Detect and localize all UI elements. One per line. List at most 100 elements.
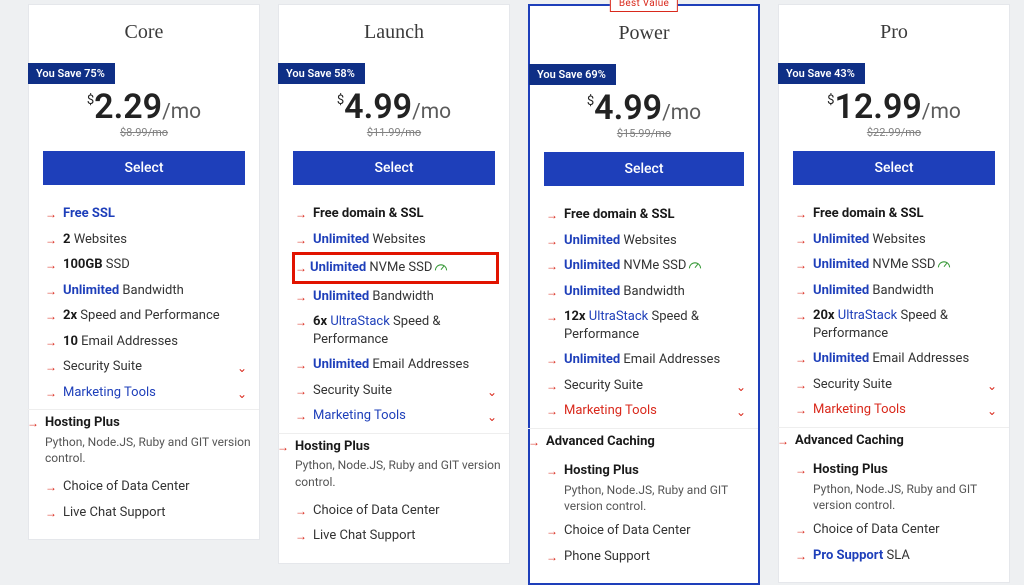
arrow-icon: → — [795, 462, 807, 478]
feature-item: →Choice of Data Center — [45, 474, 251, 500]
arrow-icon: → — [795, 351, 807, 367]
feature-item[interactable]: →Security Suite⌄ — [546, 373, 750, 399]
feature-item: →Unlimited NVMe SSD — [795, 252, 1001, 278]
arrow-icon: → — [45, 308, 57, 324]
feature-text: Unlimited NVMe SSD — [564, 258, 686, 273]
feature-item: → Free domain & SSL — [546, 202, 750, 228]
feature-text: Free SSL — [63, 206, 115, 221]
feature-text: 100GB SSD — [63, 257, 130, 272]
speed-icon — [937, 259, 951, 270]
feature-item[interactable]: → Security Suite ⌄ — [795, 372, 1001, 398]
arrow-icon: → — [795, 377, 807, 393]
save-tag: You Save 58% — [278, 63, 365, 84]
arrow-icon: → — [45, 283, 57, 299]
arrow-icon: → — [45, 505, 57, 521]
feature-text: Unlimited Websites — [813, 232, 926, 247]
feature-text: 2x Speed and Performance — [63, 308, 220, 323]
chevron-down-icon: ⌄ — [987, 378, 997, 394]
feature-text: Hosting PlusPython, Node.JS, Ruby and GI… — [45, 415, 259, 466]
arrow-icon: → — [295, 528, 307, 544]
feature-text: Hosting PlusPython, Node.JS, Ruby and GI… — [564, 463, 750, 514]
per-month: /mo — [922, 100, 961, 124]
arrow-icon: → — [295, 408, 307, 424]
arrow-icon: → — [546, 549, 558, 565]
feature-item: →Unlimited Websites — [546, 228, 750, 254]
feature-item[interactable]: → Security Suite ⌄ — [295, 378, 501, 404]
plan-card-launch: LaunchYou Save 58%$4.99/mo$11.99/moSelec… — [278, 4, 510, 564]
feature-item: → Hosting PlusPython, Node.JS, Ruby and G… — [546, 458, 750, 518]
feature-item: → 6x UltraStack Speed & Performance — [295, 309, 501, 352]
chevron-down-icon: ⌄ — [237, 386, 247, 402]
plan-name: Launch — [279, 21, 509, 44]
feature-text: Choice of Data Center — [313, 503, 440, 518]
feature-text: 2 Websites — [63, 232, 127, 247]
feature-item: →Unlimited Websites — [795, 227, 1001, 253]
arrow-icon: → — [45, 206, 57, 222]
feature-item: → Unlimited Bandwidth — [45, 278, 251, 304]
chevron-down-icon: ⌄ — [237, 360, 247, 376]
arrow-icon: → — [295, 206, 307, 222]
feature-list: →Free domain & SSL→Unlimited Websites→Un… — [546, 202, 750, 569]
price-row: $2.29/mo — [29, 90, 259, 124]
feature-item[interactable]: →Marketing Tools⌄ — [795, 397, 1001, 423]
feature-text: 6x UltraStack Speed & Performance — [313, 314, 441, 347]
arrow-icon: → — [795, 308, 807, 324]
per-month: /mo — [412, 100, 451, 124]
save-tag: You Save 75% — [28, 63, 115, 84]
feature-item[interactable]: →Marketing Tools⌄ — [45, 380, 251, 406]
arrow-icon: → — [546, 352, 558, 368]
feature-item: →Unlimited Bandwidth — [795, 278, 1001, 304]
feature-text: Free domain & SSL — [564, 207, 675, 222]
chevron-down-icon: ⌄ — [487, 384, 497, 400]
feature-text: Free domain & SSL — [813, 206, 924, 221]
feature-text: Security Suite — [313, 383, 392, 398]
feature-item: →Live Chat Support — [45, 500, 251, 526]
feature-item: →Advanced Caching — [528, 428, 758, 455]
chevron-down-icon: ⌄ — [736, 379, 746, 395]
feature-item: → Live Chat Support — [295, 523, 501, 549]
save-tag: You Save 69% — [529, 64, 616, 85]
arrow-icon: → — [295, 503, 307, 519]
chevron-down-icon: ⌄ — [736, 404, 746, 420]
arrow-icon: → — [546, 463, 558, 479]
feature-text: Unlimited Websites — [313, 232, 426, 247]
plan-name: Core — [29, 21, 259, 44]
feature-text: 10 Email Addresses — [63, 334, 178, 349]
arrow-icon: → — [546, 403, 558, 419]
chevron-down-icon: ⌄ — [987, 403, 997, 419]
feature-text: Security Suite — [63, 359, 142, 374]
arrow-icon: → — [546, 309, 558, 325]
speed-icon — [434, 262, 448, 273]
arrow-icon: → — [295, 383, 307, 399]
plan-card-power: Best ValuePowerYou Save 69%$4.99/mo$15.9… — [528, 4, 760, 585]
arrow-icon: → — [795, 206, 807, 222]
arrow-icon: → — [795, 402, 807, 418]
feature-item: →Hosting PlusPython, Node.JS, Ruby and G… — [795, 457, 1001, 517]
arrow-icon: → — [45, 479, 57, 495]
price-row: $12.99/mo — [779, 90, 1009, 124]
select-button[interactable]: Select — [43, 151, 245, 185]
feature-text: Unlimited Bandwidth — [564, 284, 685, 299]
feature-item: →Free domain & SSL — [295, 201, 501, 227]
feature-text: Choice of Data Center — [813, 522, 940, 537]
old-price: $11.99/mo — [279, 126, 509, 139]
select-button[interactable]: Select — [544, 152, 744, 186]
feature-text: Security Suite — [813, 377, 892, 392]
arrow-icon: → — [546, 233, 558, 249]
feature-text: Marketing Tools — [564, 403, 657, 418]
plan-card-pro: ProYou Save 43%$12.99/mo$22.99/moSelect→… — [778, 4, 1010, 583]
arrow-icon: → — [546, 207, 558, 223]
feature-item: →100GB SSD — [45, 252, 251, 278]
old-price: $15.99/mo — [530, 127, 758, 140]
feature-item[interactable]: →Marketing Tools⌄ — [295, 403, 501, 429]
feature-text: Marketing Tools — [63, 385, 156, 400]
feature-item[interactable]: → Marketing Tools ⌄ — [546, 398, 750, 424]
feature-text: Unlimited Bandwidth — [63, 283, 184, 298]
arrow-icon: → — [277, 439, 289, 455]
feature-text: Unlimited Email Addresses — [813, 351, 969, 366]
select-button[interactable]: Select — [293, 151, 495, 185]
select-button[interactable]: Select — [793, 151, 995, 185]
arrow-icon: → — [295, 314, 307, 330]
feature-item[interactable]: →Security Suite⌄ — [45, 354, 251, 380]
feature-text: Live Chat Support — [313, 528, 416, 543]
